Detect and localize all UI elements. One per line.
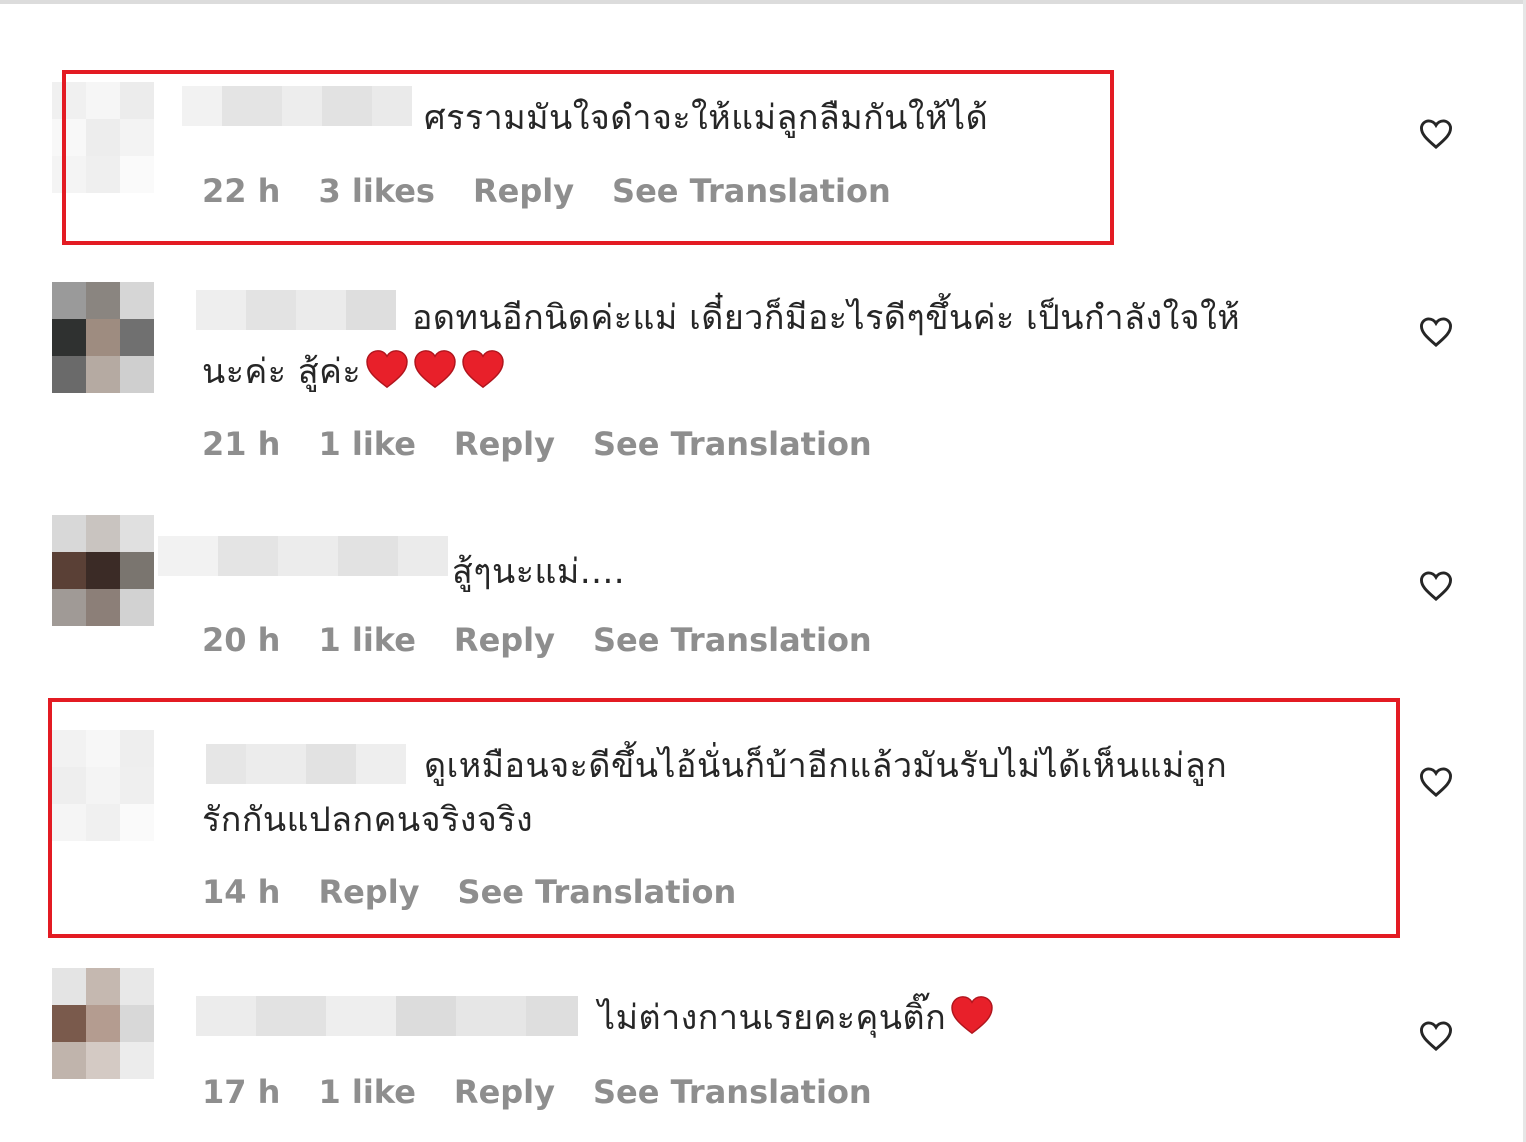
highlight-box	[48, 698, 1400, 938]
see-translation-button[interactable]: See Translation	[593, 425, 872, 463]
comment-text: ไม่ต่างกานเรยคะคุนติ๊ก	[598, 992, 994, 1044]
reply-button[interactable]: Reply	[454, 621, 555, 659]
see-translation-button[interactable]: See Translation	[593, 1073, 872, 1111]
red-heart-emoji-icon	[462, 350, 504, 389]
username-blurred[interactable]	[158, 536, 448, 576]
comment-likes[interactable]: 1 like	[318, 621, 415, 659]
like-heart-icon[interactable]	[1418, 1020, 1454, 1052]
comment-time: 20 h	[202, 621, 281, 659]
comment-meta: 21 h 1 like Reply See Translation	[202, 425, 872, 463]
comment-meta: 20 h 1 like Reply See Translation	[202, 621, 872, 659]
comment-time: 21 h	[202, 425, 281, 463]
comment-text: อดทนอีกนิดค่ะแม่ เดี๋ยวก็มีอะไรดีๆขึ้นค่…	[412, 298, 1241, 338]
avatar-blurred[interactable]	[52, 968, 154, 1080]
like-heart-icon[interactable]	[1418, 766, 1454, 798]
red-heart-emoji-icon	[366, 350, 408, 389]
highlight-box	[62, 70, 1114, 245]
comment-time: 17 h	[202, 1073, 281, 1111]
red-heart-emoji-icon	[951, 996, 993, 1035]
like-heart-icon[interactable]	[1418, 316, 1454, 348]
comment-text-line2: นะค่ะ สู้ค่ะ	[202, 346, 505, 398]
see-translation-button[interactable]: See Translation	[593, 621, 872, 659]
avatar-blurred[interactable]	[52, 282, 154, 394]
comment-likes[interactable]: 1 like	[318, 1073, 415, 1111]
comment-text: สู้ๆนะแม่....	[452, 552, 626, 592]
comment-likes[interactable]: 1 like	[318, 425, 415, 463]
username-blurred[interactable]	[196, 290, 396, 330]
like-heart-icon[interactable]	[1418, 570, 1454, 602]
comment-meta: 17 h 1 like Reply See Translation	[202, 1073, 872, 1111]
red-heart-emoji-icon	[414, 350, 456, 389]
top-border	[0, 0, 1526, 4]
username-blurred[interactable]	[196, 996, 578, 1036]
avatar-blurred[interactable]	[52, 515, 154, 627]
reply-button[interactable]: Reply	[454, 1073, 555, 1111]
like-heart-icon[interactable]	[1418, 118, 1454, 150]
reply-button[interactable]: Reply	[454, 425, 555, 463]
